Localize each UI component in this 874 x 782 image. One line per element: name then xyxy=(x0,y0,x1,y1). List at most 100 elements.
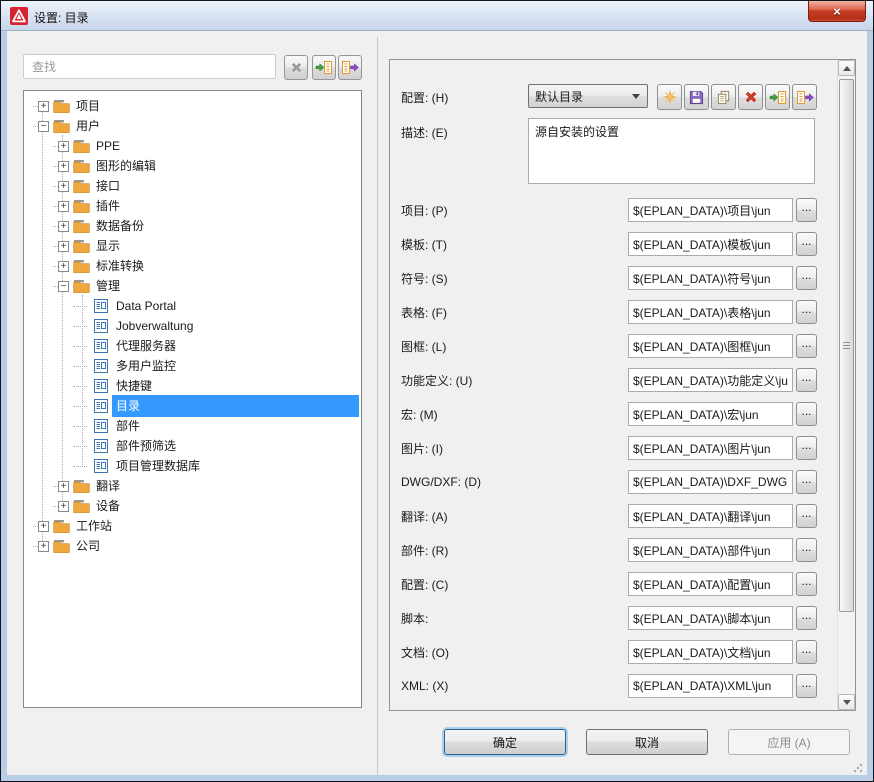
directory-field-row: 配置: (C)... xyxy=(401,572,816,596)
tree-item[interactable]: + 公司 xyxy=(24,536,361,556)
tree-item[interactable]: Data Portal xyxy=(24,296,361,316)
tree-connector xyxy=(78,446,93,447)
scroll-down-button[interactable] xyxy=(838,694,855,710)
field-input[interactable] xyxy=(628,402,793,426)
field-input[interactable] xyxy=(628,572,793,596)
star-icon xyxy=(662,89,678,105)
tree-item-label: 图形的编辑 xyxy=(92,155,359,177)
tree-guide-line xyxy=(42,105,43,545)
tree-item[interactable]: 部件预筛选 xyxy=(24,436,361,456)
field-input[interactable] xyxy=(628,674,793,698)
browse-button[interactable]: ... xyxy=(796,266,817,290)
settings-dialog: 设置: 目录 × +项目−用户+PPE+图形的编辑+接口+插件+数据备份 xyxy=(0,0,874,782)
tree-item[interactable]: Jobverwaltung xyxy=(24,316,361,336)
collapse-toggle-icon[interactable]: − xyxy=(58,281,69,292)
expand-toggle-icon[interactable]: + xyxy=(58,261,69,272)
browse-button[interactable]: ... xyxy=(796,538,817,562)
field-input[interactable] xyxy=(628,640,793,664)
tree-item[interactable]: +插件 xyxy=(24,196,361,216)
field-input[interactable] xyxy=(628,538,793,562)
delete-configuration-button[interactable] xyxy=(738,84,763,110)
field-label: 功能定义: (U) xyxy=(401,372,628,389)
jump-to-previous-hit-button[interactable] xyxy=(338,55,362,80)
browse-button[interactable]: ... xyxy=(796,232,817,256)
tree-item[interactable]: +显示 xyxy=(24,236,361,256)
browse-button[interactable]: ... xyxy=(796,470,817,494)
settings-tree[interactable]: +项目−用户+PPE+图形的编辑+接口+插件+数据备份+显示+标准转换−管理Da… xyxy=(23,90,362,708)
scroll-up-button[interactable] xyxy=(838,60,855,76)
save-configuration-button[interactable] xyxy=(684,84,709,110)
browse-button[interactable]: ... xyxy=(796,334,817,358)
tree-item[interactable]: +翻译 xyxy=(24,476,361,496)
tree-item[interactable]: +接口 xyxy=(24,176,361,196)
expand-toggle-icon[interactable]: + xyxy=(58,241,69,252)
browse-button[interactable]: ... xyxy=(796,606,817,630)
field-input[interactable] xyxy=(628,266,793,290)
tree-item[interactable]: 快捷键 xyxy=(24,376,361,396)
new-configuration-button[interactable] xyxy=(657,84,682,110)
expand-toggle-icon[interactable]: + xyxy=(58,501,69,512)
tree-item[interactable]: −管理 xyxy=(24,276,361,296)
tree-item[interactable]: 项目管理数据库 xyxy=(24,456,361,476)
browse-button[interactable]: ... xyxy=(796,674,817,698)
resize-grip[interactable] xyxy=(853,763,863,773)
tree-item[interactable]: 部件 xyxy=(24,416,361,436)
field-input[interactable] xyxy=(628,436,793,460)
vertical-scrollbar[interactable] xyxy=(837,60,854,710)
field-input[interactable] xyxy=(628,606,793,630)
browse-button[interactable]: ... xyxy=(796,436,817,460)
configuration-dropdown[interactable]: 默认目录 xyxy=(528,84,648,108)
expand-toggle-icon[interactable]: + xyxy=(58,181,69,192)
clear-search-button[interactable] xyxy=(284,55,308,80)
expand-toggle-icon[interactable]: + xyxy=(58,161,69,172)
ok-button[interactable]: 确定 xyxy=(444,729,566,755)
export-configuration-button[interactable] xyxy=(792,84,817,110)
browse-button[interactable]: ... xyxy=(796,402,817,426)
field-input[interactable] xyxy=(628,232,793,256)
field-input[interactable] xyxy=(628,198,793,222)
tree-item[interactable]: −用户 xyxy=(24,116,361,136)
tree-item[interactable]: +PPE xyxy=(24,136,361,156)
expand-toggle-icon[interactable]: + xyxy=(58,141,69,152)
jump-to-next-hit-button[interactable] xyxy=(312,55,336,80)
scrollbar-thumb[interactable] xyxy=(839,79,854,612)
browse-button[interactable]: ... xyxy=(796,504,817,528)
tree-item-label: 多用户监控 xyxy=(112,355,359,377)
expand-toggle-icon[interactable]: + xyxy=(58,481,69,492)
expand-toggle-icon[interactable]: + xyxy=(38,101,49,112)
expand-toggle-icon[interactable]: + xyxy=(38,521,49,532)
search-input[interactable] xyxy=(23,54,276,79)
field-input[interactable] xyxy=(628,368,793,392)
tree-item[interactable]: +数据备份 xyxy=(24,216,361,236)
tree-item[interactable]: +工作站 xyxy=(24,516,361,536)
tree-item[interactable]: 代理服务器 xyxy=(24,336,361,356)
browse-button[interactable]: ... xyxy=(796,198,817,222)
tree-item[interactable]: + 图形的编辑 xyxy=(24,156,361,176)
description-field[interactable]: 源自安装的设置 xyxy=(528,118,815,184)
browse-button[interactable]: ... xyxy=(796,368,817,392)
import-configuration-button[interactable] xyxy=(765,84,790,110)
cancel-button[interactable]: 取消 xyxy=(586,729,708,755)
expand-toggle-icon[interactable]: + xyxy=(58,201,69,212)
tree-item[interactable]: +项目 xyxy=(24,96,361,116)
expand-toggle-icon[interactable]: + xyxy=(38,541,49,552)
titlebar[interactable]: 设置: 目录 × xyxy=(1,1,873,31)
tree-item-label: 公司 xyxy=(72,535,359,557)
close-button[interactable]: × xyxy=(808,1,866,22)
expand-toggle-icon[interactable]: + xyxy=(58,221,69,232)
field-input[interactable] xyxy=(628,504,793,528)
browse-button[interactable]: ... xyxy=(796,300,817,324)
tree-item[interactable]: 目录 xyxy=(24,396,361,416)
tree-item[interactable]: +设备 xyxy=(24,496,361,516)
collapse-toggle-icon[interactable]: − xyxy=(38,121,49,132)
browse-button[interactable]: ... xyxy=(796,640,817,664)
field-input[interactable] xyxy=(628,300,793,324)
scrollbar-grip-icon xyxy=(843,342,850,350)
copy-configuration-button[interactable] xyxy=(711,84,736,110)
field-label: 文档: (O) xyxy=(401,644,628,661)
tree-item[interactable]: +标准转换 xyxy=(24,256,361,276)
tree-item[interactable]: 多用户监控 xyxy=(24,356,361,376)
browse-button[interactable]: ... xyxy=(796,572,817,596)
field-input[interactable] xyxy=(628,334,793,358)
field-input[interactable] xyxy=(628,470,793,494)
